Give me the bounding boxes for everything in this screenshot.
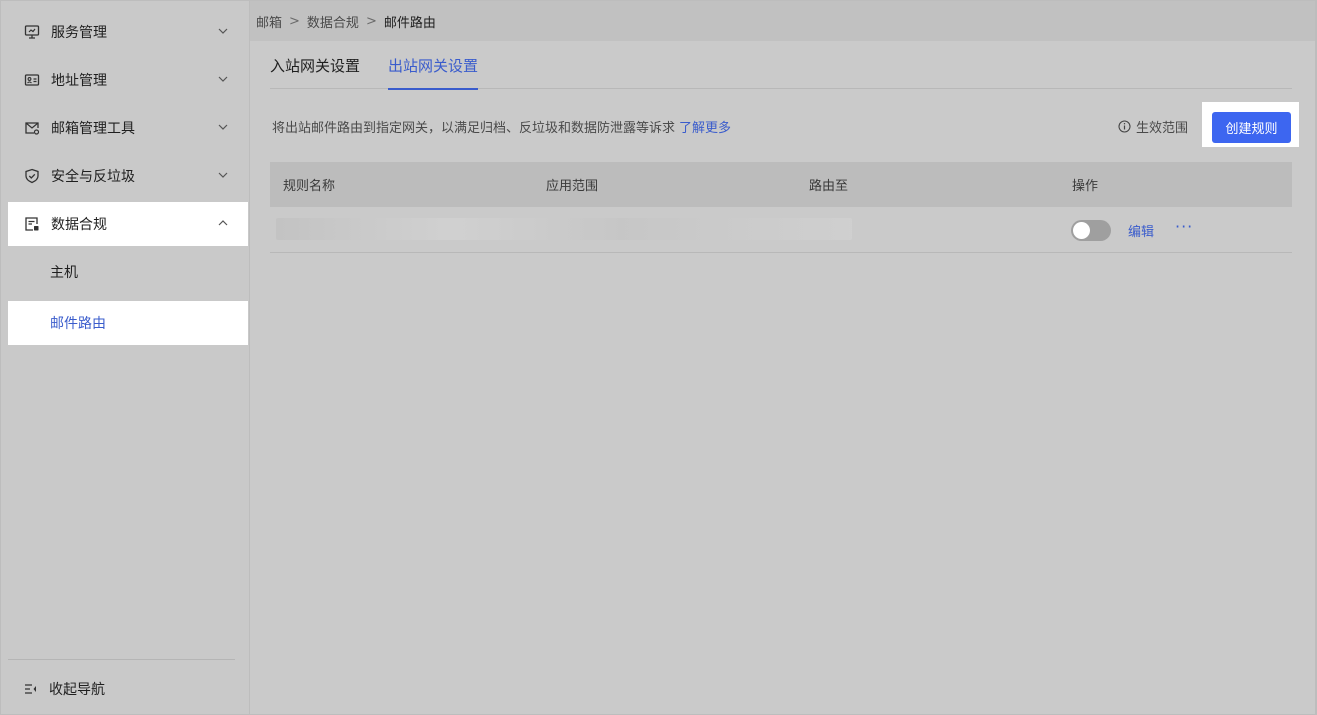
learn-more-link[interactable]: 了解更多	[679, 121, 731, 136]
compliance-doc-icon	[23, 215, 41, 233]
collapse-nav-label: 收起导航	[49, 682, 105, 698]
tab-bar: 入站网关设置 出站网关设置	[270, 41, 1292, 90]
sidebar-divider	[8, 659, 235, 660]
table-header: 规则名称 应用范围 路由至 操作	[270, 162, 1292, 207]
column-header-scope: 应用范围	[546, 179, 599, 194]
main-panel: 入站网关设置 出站网关设置 将出站邮件路由到指定网关，以满足归档、反垃圾和数据防…	[250, 41, 1315, 714]
sidebar-subitem-label: 邮件路由	[50, 316, 106, 332]
sidebar-item-mailbox-tools[interactable]: 邮箱管理工具	[8, 106, 248, 150]
edit-rule-link[interactable]: 编辑	[1128, 221, 1154, 240]
tab-inbound-gateway[interactable]: 入站网关设置	[270, 41, 360, 89]
scope-button[interactable]: 生效范围	[1118, 117, 1188, 136]
sidebar-item-label: 服务管理	[51, 25, 107, 41]
create-rule-button[interactable]: 创建规则	[1212, 112, 1291, 143]
breadcrumb-item[interactable]: 数据合规	[307, 12, 359, 31]
monitor-icon	[23, 23, 41, 41]
toggle-knob	[1073, 222, 1090, 239]
sidebar-subitem-mail-routing[interactable]: 邮件路由	[8, 301, 248, 345]
id-card-icon	[23, 71, 41, 89]
chevron-down-icon	[216, 72, 230, 86]
sidebar-item-label: 地址管理	[51, 73, 107, 89]
collapse-nav-button[interactable]: 收起导航	[8, 669, 105, 709]
column-header-route-to: 路由至	[809, 179, 849, 194]
description-text: 将出站邮件路由到指定网关，以满足归档、反垃圾和数据防泄露等诉求	[272, 121, 676, 136]
scope-label: 生效范围	[1136, 121, 1189, 136]
column-header-actions: 操作	[1072, 179, 1099, 194]
chevron-up-icon	[216, 216, 230, 230]
sidebar-item-security-antispam[interactable]: 安全与反垃圾	[8, 154, 248, 198]
redacted-row-content	[276, 218, 852, 240]
breadcrumb-item[interactable]: 邮箱	[256, 12, 282, 31]
table-row: 编辑 ···	[270, 207, 1292, 253]
create-button-highlight: 创建规则	[1202, 102, 1299, 147]
sidebar-item-data-compliance[interactable]: 数据合规	[8, 202, 248, 246]
column-header-rule-name: 规则名称	[283, 179, 336, 194]
more-actions-icon[interactable]: ···	[1175, 217, 1193, 236]
breadcrumb: 邮箱 > 数据合规 > 邮件路由	[250, 1, 1315, 41]
sidebar-item-service-management[interactable]: 服务管理	[8, 10, 248, 54]
app-root: 服务管理 地址管理 邮箱管理工具 安全与反垃圾 数据合规 主机 邮件路由 收起导…	[0, 0, 1317, 715]
sidebar-item-address-management[interactable]: 地址管理	[8, 58, 248, 102]
mail-settings-icon	[23, 119, 41, 137]
collapse-menu-icon	[23, 681, 39, 697]
sidebar-subitem-label: 主机	[50, 265, 78, 281]
rule-enable-toggle[interactable]	[1071, 220, 1111, 241]
shield-check-icon	[23, 167, 41, 185]
breadcrumb-separator: >	[365, 13, 377, 29]
breadcrumb-separator: >	[289, 13, 300, 29]
rules-table: 规则名称 应用范围 路由至 操作 编辑 ···	[270, 162, 1292, 253]
sidebar-item-label: 数据合规	[51, 217, 107, 233]
sidebar-subitem-host[interactable]: 主机	[8, 250, 248, 294]
sidebar-item-label: 邮箱管理工具	[51, 121, 135, 137]
chevron-down-icon	[216, 120, 230, 134]
tab-outbound-gateway[interactable]: 出站网关设置	[388, 41, 479, 90]
sidebar-item-label: 安全与反垃圾	[51, 169, 135, 185]
breadcrumb-current: 邮件路由	[383, 15, 436, 31]
chevron-down-icon	[216, 168, 230, 182]
page-description: 将出站邮件路由到指定网关，以满足归档、反垃圾和数据防泄露等诉求 了解更多	[272, 117, 731, 136]
info-circle-icon	[1118, 120, 1131, 133]
chevron-down-icon	[216, 24, 230, 38]
sidebar: 服务管理 地址管理 邮箱管理工具 安全与反垃圾 数据合规 主机 邮件路由 收起导…	[1, 1, 250, 714]
